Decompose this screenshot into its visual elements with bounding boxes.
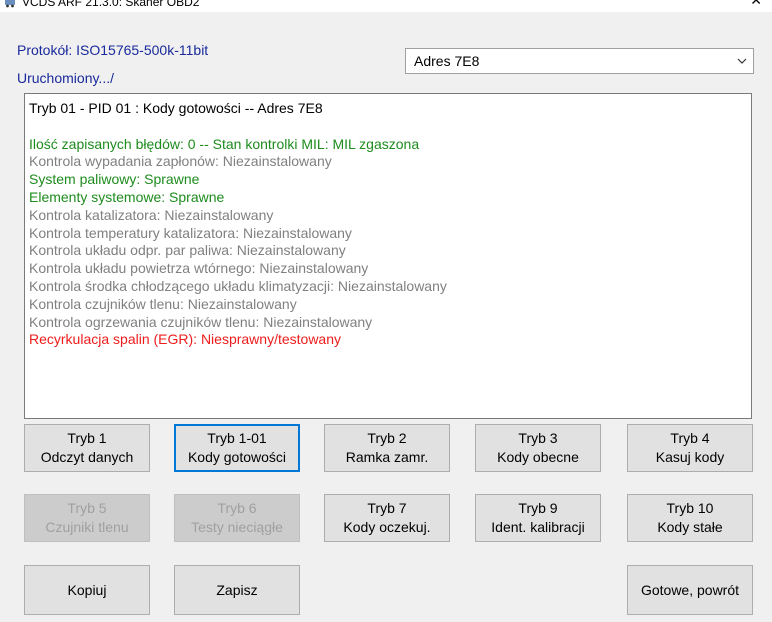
output-line: Kontrola wypadania zapłonów: Niezainstal… (29, 153, 332, 170)
window-title: VCDS ARF 21.3.0: Skaner OBD2 (22, 0, 200, 9)
button-sublabel: Kasuj kody (655, 449, 725, 465)
button-sublabel: Kody obecne (497, 449, 579, 465)
chevron-down-icon (737, 58, 747, 64)
address-select[interactable]: Adres 7E8 (405, 48, 754, 74)
button-sublabel: Ramka zamr. (345, 449, 429, 465)
button-sublabel: Czujniki tlenu (45, 519, 129, 535)
done-return-button[interactable]: Gotowe, powrót (627, 565, 753, 615)
output-line: Tryb 01 - PID 01 : Kody gotowości -- Adr… (29, 100, 323, 116)
mode9-calibration-id-button[interactable]: Tryb 9 Ident. kalibracji (475, 494, 601, 542)
copy-button[interactable]: Kopiuj (24, 565, 150, 615)
close-icon[interactable]: ✕ (750, 0, 762, 9)
button-label: Tryb 5 (67, 500, 107, 516)
button-sublabel: Testy nieciągłe (191, 519, 283, 535)
button-sublabel: Kody gotowości (187, 449, 287, 465)
output-line: Kontrola środka chłodzącego układu klima… (29, 277, 447, 294)
protocol-label: Protokół: ISO15765-500k-11bit (17, 42, 209, 58)
output-line: Kontrola układu odpr. par paliwa: Niezai… (29, 242, 346, 259)
output-line: Ilość zapisanych błędów: 0 -- Stan kontr… (29, 135, 420, 152)
button-label: Tryb 6 (217, 500, 257, 516)
mode1-01-readiness-codes-button[interactable]: Tryb 1-01 Kody gotowości (174, 424, 300, 472)
mode10-permanent-codes-button[interactable]: Tryb 10 Kody stałe (627, 494, 753, 542)
output-line: Recyrkulacja spalin (EGR): Niesprawny/te… (29, 331, 341, 348)
output-line: Elementy systemowe: Sprawne (29, 188, 225, 205)
mode1-read-data-button[interactable]: Tryb 1 Odczyt danych (24, 424, 150, 472)
mode5-oxygen-sensors-button: Tryb 5 Czujniki tlenu (24, 494, 150, 542)
mode4-clear-codes-button[interactable]: Tryb 4 Kasuj kody (627, 424, 753, 472)
output-line: Kontrola układu powietrza wtórnego: Niez… (29, 260, 369, 277)
output-line: Kontrola temperatury katalizatora: Nieza… (29, 224, 352, 241)
button-label: Gotowe, powrót (640, 581, 740, 598)
button-label: Tryb 2 (367, 430, 407, 446)
button-label: Tryb 10 (666, 500, 714, 516)
mode2-freeze-frame-button[interactable]: Tryb 2 Ramka zamr. (324, 424, 450, 472)
button-sublabel: Odczyt danych (40, 449, 134, 465)
output-line: Kontrola katalizatora: Niezainstalowany (29, 206, 274, 223)
button-label: Tryb 1-01 (207, 430, 267, 446)
mode7-pending-codes-button[interactable]: Tryb 7 Kody oczekuj. (324, 494, 450, 542)
button-sublabel: Kody stałe (657, 519, 723, 535)
status-label: Uruchomiony.../ (17, 70, 114, 86)
output-text-area[interactable]: Tryb 01 - PID 01 : Kody gotowości -- Adr… (24, 93, 752, 419)
title-bar: VCDS ARF 21.3.0: Skaner OBD2 ✕ (0, 0, 772, 12)
mode6-noncontinuous-tests-button: Tryb 6 Testy nieciągłe (174, 494, 300, 542)
address-select-value: Adres 7E8 (414, 53, 480, 69)
mode3-current-codes-button[interactable]: Tryb 3 Kody obecne (475, 424, 601, 472)
output-line: Kontrola ogrzewania czujników tlenu: Nie… (29, 313, 373, 330)
output-line: System paliwowy: Sprawne (29, 171, 200, 188)
app-icon (5, 0, 15, 8)
button-label: Tryb 4 (670, 430, 710, 446)
button-label: Tryb 1 (67, 430, 107, 446)
button-label: Tryb 7 (367, 500, 407, 516)
output-line: Kontrola czujników tlenu: Niezainstalowa… (29, 295, 297, 312)
button-label: Zapisz (216, 581, 258, 598)
button-label: Kopiuj (67, 581, 107, 598)
save-button[interactable]: Zapisz (174, 565, 300, 615)
button-sublabel: Kody oczekuj. (343, 519, 431, 535)
button-sublabel: Ident. kalibracji (491, 519, 585, 535)
button-label: Tryb 9 (518, 500, 558, 516)
button-label: Tryb 3 (518, 430, 558, 446)
